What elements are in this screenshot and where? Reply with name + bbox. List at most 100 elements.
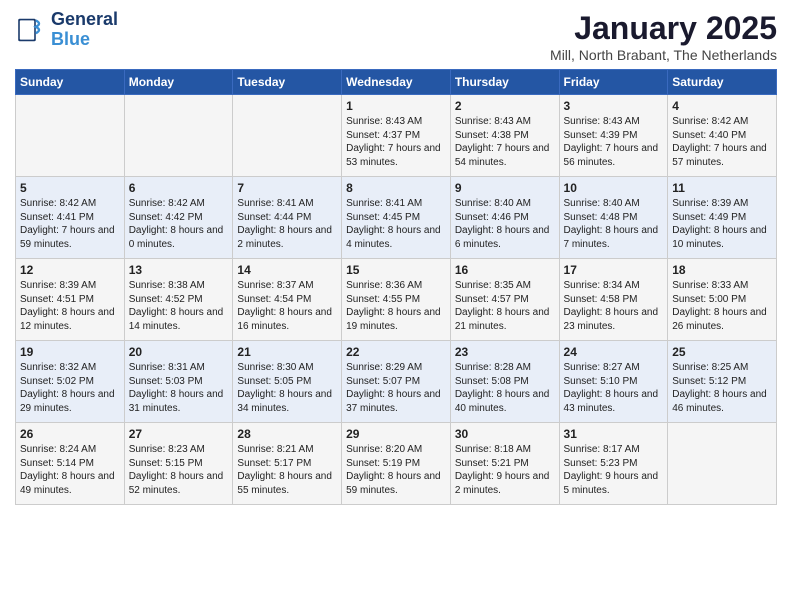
calendar-cell: 4 Sunrise: 8:42 AM Sunset: 4:40 PM Daylig… bbox=[668, 95, 777, 177]
day-header-sunday: Sunday bbox=[16, 70, 125, 95]
day-number: 7 bbox=[237, 181, 337, 195]
day-number: 31 bbox=[564, 427, 664, 441]
calendar-cell: 7 Sunrise: 8:41 AM Sunset: 4:44 PM Daylig… bbox=[233, 177, 342, 259]
day-info: Sunrise: 8:37 AM Sunset: 4:54 PM Dayligh… bbox=[237, 279, 337, 333]
day-info: Sunrise: 8:20 AM Sunset: 5:19 PM Dayligh… bbox=[346, 443, 446, 497]
calendar-cell: 3 Sunrise: 8:43 AM Sunset: 4:39 PM Daylig… bbox=[559, 95, 668, 177]
day-info: Sunrise: 8:24 AM Sunset: 5:14 PM Dayligh… bbox=[20, 443, 120, 497]
week-row-1: 1 Sunrise: 8:43 AM Sunset: 4:37 PM Daylig… bbox=[16, 95, 777, 177]
day-header-wednesday: Wednesday bbox=[342, 70, 451, 95]
day-number: 29 bbox=[346, 427, 446, 441]
day-number: 26 bbox=[20, 427, 120, 441]
day-info: Sunrise: 8:30 AM Sunset: 5:05 PM Dayligh… bbox=[237, 361, 337, 415]
calendar-cell: 5Sunrise: 8:42 AM Sunset: 4:41 PM Daylig… bbox=[16, 177, 125, 259]
day-number: 16 bbox=[455, 263, 555, 277]
day-number: 5 bbox=[20, 181, 120, 195]
day-info: Sunrise: 8:40 AM Sunset: 4:48 PM Dayligh… bbox=[564, 197, 664, 251]
calendar-cell: 1 Sunrise: 8:43 AM Sunset: 4:37 PM Daylig… bbox=[342, 95, 451, 177]
title-area: January 2025 Mill, North Brabant, The Ne… bbox=[550, 10, 777, 63]
logo-line2: Blue bbox=[51, 30, 118, 50]
day-info: Sunrise: 8:27 AM Sunset: 5:10 PM Dayligh… bbox=[564, 361, 664, 415]
calendar-cell: 16 Sunrise: 8:35 AM Sunset: 4:57 PM Dayli… bbox=[450, 259, 559, 341]
day-header-thursday: Thursday bbox=[450, 70, 559, 95]
day-number: 24 bbox=[564, 345, 664, 359]
calendar-cell: 15 Sunrise: 8:36 AM Sunset: 4:55 PM Dayli… bbox=[342, 259, 451, 341]
calendar-cell: 19 Sunrise: 8:32 AM Sunset: 5:02 PM Dayli… bbox=[16, 341, 125, 423]
calendar-cell: 8 Sunrise: 8:41 AM Sunset: 4:45 PM Daylig… bbox=[342, 177, 451, 259]
calendar-cell: 18 Sunrise: 8:33 AM Sunset: 5:00 PM Dayli… bbox=[668, 259, 777, 341]
day-number: 4 bbox=[672, 99, 772, 113]
day-header-tuesday: Tuesday bbox=[233, 70, 342, 95]
page: General Blue January 2025 Mill, North Br… bbox=[0, 0, 792, 515]
day-number: 11 bbox=[672, 181, 772, 195]
calendar-cell: 2Sunrise: 8:43 AM Sunset: 4:38 PM Daylig… bbox=[450, 95, 559, 177]
day-number: 30 bbox=[455, 427, 555, 441]
day-header-monday: Monday bbox=[124, 70, 233, 95]
day-number: 3 bbox=[564, 99, 664, 113]
calendar-cell: 9Sunrise: 8:40 AM Sunset: 4:46 PM Daylig… bbox=[450, 177, 559, 259]
day-info: Sunrise: 8:38 AM Sunset: 4:52 PM Dayligh… bbox=[129, 279, 229, 333]
logo-icon bbox=[15, 14, 47, 46]
day-number: 25 bbox=[672, 345, 772, 359]
day-info: Sunrise: 8:23 AM Sunset: 5:15 PM Dayligh… bbox=[129, 443, 229, 497]
day-number: 21 bbox=[237, 345, 337, 359]
day-number: 18 bbox=[672, 263, 772, 277]
header-row: SundayMondayTuesdayWednesdayThursdayFrid… bbox=[16, 70, 777, 95]
day-number: 22 bbox=[346, 345, 446, 359]
calendar-cell bbox=[668, 423, 777, 505]
day-info: Sunrise: 8:17 AM Sunset: 5:23 PM Dayligh… bbox=[564, 443, 664, 497]
calendar-cell: 27Sunrise: 8:23 AM Sunset: 5:15 PM Dayli… bbox=[124, 423, 233, 505]
day-number: 28 bbox=[237, 427, 337, 441]
day-number: 12 bbox=[20, 263, 120, 277]
day-info: Sunrise: 8:31 AM Sunset: 5:03 PM Dayligh… bbox=[129, 361, 229, 415]
day-number: 15 bbox=[346, 263, 446, 277]
calendar-cell: 28 Sunrise: 8:21 AM Sunset: 5:17 PM Dayli… bbox=[233, 423, 342, 505]
header: General Blue January 2025 Mill, North Br… bbox=[15, 10, 777, 63]
day-info: Sunrise: 8:29 AM Sunset: 5:07 PM Dayligh… bbox=[346, 361, 446, 415]
day-info: Sunrise: 8:21 AM Sunset: 5:17 PM Dayligh… bbox=[237, 443, 337, 497]
day-number: 10 bbox=[564, 181, 664, 195]
week-row-4: 19 Sunrise: 8:32 AM Sunset: 5:02 PM Dayli… bbox=[16, 341, 777, 423]
day-info: Sunrise: 8:18 AM Sunset: 5:21 PM Dayligh… bbox=[455, 443, 555, 497]
calendar-cell: 14 Sunrise: 8:37 AM Sunset: 4:54 PM Dayli… bbox=[233, 259, 342, 341]
logo-line1: General bbox=[51, 10, 118, 30]
day-number: 9 bbox=[455, 181, 555, 195]
day-info: Sunrise: 8:43 AM Sunset: 4:38 PM Dayligh… bbox=[455, 115, 555, 169]
day-info: Sunrise: 8:32 AM Sunset: 5:02 PM Dayligh… bbox=[20, 361, 120, 415]
day-info: Sunrise: 8:41 AM Sunset: 4:44 PM Dayligh… bbox=[237, 197, 337, 251]
day-info: Sunrise: 8:33 AM Sunset: 5:00 PM Dayligh… bbox=[672, 279, 772, 333]
calendar-cell bbox=[233, 95, 342, 177]
day-info: Sunrise: 8:42 AM Sunset: 4:42 PM Dayligh… bbox=[129, 197, 229, 251]
calendar-cell bbox=[16, 95, 125, 177]
day-header-friday: Friday bbox=[559, 70, 668, 95]
calendar-cell bbox=[124, 95, 233, 177]
day-number: 19 bbox=[20, 345, 120, 359]
day-number: 14 bbox=[237, 263, 337, 277]
day-info: Sunrise: 8:43 AM Sunset: 4:39 PM Dayligh… bbox=[564, 115, 664, 169]
calendar-cell: 10 Sunrise: 8:40 AM Sunset: 4:48 PM Dayli… bbox=[559, 177, 668, 259]
calendar-cell: 29 Sunrise: 8:20 AM Sunset: 5:19 PM Dayli… bbox=[342, 423, 451, 505]
day-info: Sunrise: 8:42 AM Sunset: 4:40 PM Dayligh… bbox=[672, 115, 772, 169]
calendar-cell: 21 Sunrise: 8:30 AM Sunset: 5:05 PM Dayli… bbox=[233, 341, 342, 423]
calendar-cell: 6Sunrise: 8:42 AM Sunset: 4:42 PM Daylig… bbox=[124, 177, 233, 259]
day-info: Sunrise: 8:39 AM Sunset: 4:49 PM Dayligh… bbox=[672, 197, 772, 251]
day-info: Sunrise: 8:39 AM Sunset: 4:51 PM Dayligh… bbox=[20, 279, 120, 333]
day-info: Sunrise: 8:35 AM Sunset: 4:57 PM Dayligh… bbox=[455, 279, 555, 333]
day-number: 17 bbox=[564, 263, 664, 277]
week-row-3: 12 Sunrise: 8:39 AM Sunset: 4:51 PM Dayli… bbox=[16, 259, 777, 341]
day-number: 13 bbox=[129, 263, 229, 277]
day-number: 8 bbox=[346, 181, 446, 195]
day-info: Sunrise: 8:36 AM Sunset: 4:55 PM Dayligh… bbox=[346, 279, 446, 333]
day-info: Sunrise: 8:43 AM Sunset: 4:37 PM Dayligh… bbox=[346, 115, 446, 169]
calendar-cell: 20 Sunrise: 8:31 AM Sunset: 5:03 PM Dayli… bbox=[124, 341, 233, 423]
day-number: 20 bbox=[129, 345, 229, 359]
calendar-cell: 17Sunrise: 8:34 AM Sunset: 4:58 PM Dayli… bbox=[559, 259, 668, 341]
logo-text: General Blue bbox=[51, 10, 118, 50]
week-row-2: 5Sunrise: 8:42 AM Sunset: 4:41 PM Daylig… bbox=[16, 177, 777, 259]
calendar-cell: 11 Sunrise: 8:39 AM Sunset: 4:49 PM Dayli… bbox=[668, 177, 777, 259]
week-row-5: 26 Sunrise: 8:24 AM Sunset: 5:14 PM Dayli… bbox=[16, 423, 777, 505]
day-info: Sunrise: 8:25 AM Sunset: 5:12 PM Dayligh… bbox=[672, 361, 772, 415]
day-info: Sunrise: 8:41 AM Sunset: 4:45 PM Dayligh… bbox=[346, 197, 446, 251]
calendar-cell: 12 Sunrise: 8:39 AM Sunset: 4:51 PM Dayli… bbox=[16, 259, 125, 341]
day-number: 1 bbox=[346, 99, 446, 113]
